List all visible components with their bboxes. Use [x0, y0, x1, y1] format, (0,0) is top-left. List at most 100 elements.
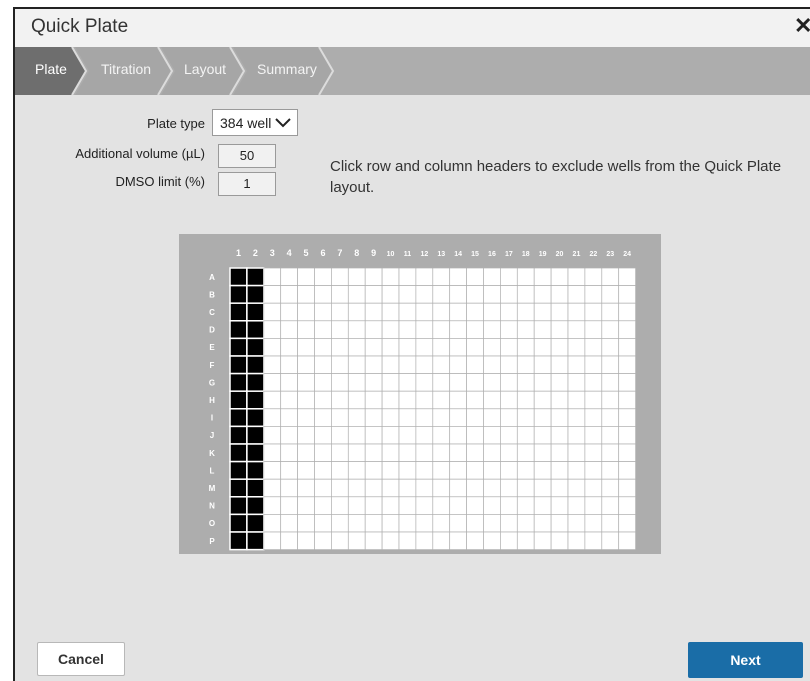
well — [347, 338, 366, 357]
column-header-7[interactable]: 7 — [337, 248, 342, 258]
column-header-22[interactable]: 22 — [589, 251, 597, 258]
row-header-M[interactable]: M — [209, 484, 216, 493]
well — [364, 443, 383, 462]
row-header-E[interactable]: E — [209, 343, 215, 352]
well — [550, 496, 569, 515]
column-header-21[interactable]: 21 — [573, 251, 581, 258]
column-header-10[interactable]: 10 — [387, 251, 395, 258]
row-header-J[interactable]: J — [210, 431, 214, 440]
well — [466, 338, 484, 357]
row-header-H[interactable]: H — [209, 396, 215, 405]
well — [381, 496, 400, 515]
tab-plate[interactable]: Plate — [35, 61, 67, 77]
column-header-3[interactable]: 3 — [270, 248, 275, 258]
row-header-K[interactable]: K — [209, 449, 215, 458]
row-header-L[interactable]: L — [210, 466, 215, 475]
well — [415, 267, 434, 286]
close-icon[interactable]: ✕ — [794, 15, 810, 37]
column-header-17[interactable]: 17 — [505, 251, 513, 258]
column-header-8[interactable]: 8 — [354, 248, 359, 258]
well — [347, 514, 366, 533]
well — [381, 426, 400, 445]
well — [533, 355, 552, 374]
column-header-23[interactable]: 23 — [606, 251, 614, 258]
row-header-P[interactable]: P — [209, 537, 215, 546]
row-header-O[interactable]: O — [209, 519, 215, 528]
well — [331, 320, 349, 339]
column-header-5[interactable]: 5 — [304, 248, 309, 258]
well — [398, 461, 417, 480]
well — [533, 443, 552, 462]
well — [347, 390, 366, 410]
well — [584, 338, 603, 357]
well — [364, 302, 383, 322]
well — [516, 390, 535, 410]
well — [533, 338, 552, 357]
well — [432, 496, 451, 515]
column-header-16[interactable]: 16 — [488, 251, 496, 258]
column-header-14[interactable]: 14 — [454, 251, 462, 258]
well — [415, 408, 434, 427]
additional-volume-field[interactable]: 50 — [218, 144, 276, 168]
row-header-I[interactable]: I — [211, 414, 213, 423]
column-header-6[interactable]: 6 — [320, 248, 325, 258]
column-header-2[interactable]: 2 — [253, 248, 258, 258]
column-header-20[interactable]: 20 — [556, 251, 564, 258]
well — [347, 496, 366, 515]
well — [601, 531, 620, 550]
well — [550, 320, 569, 339]
column-header-24[interactable]: 24 — [623, 251, 631, 258]
well — [466, 285, 484, 304]
well — [432, 408, 451, 427]
well — [516, 373, 535, 392]
well — [263, 514, 282, 533]
well — [533, 408, 552, 427]
well — [263, 531, 282, 550]
well — [550, 390, 569, 410]
column-header-13[interactable]: 13 — [437, 251, 445, 258]
row-header-C[interactable]: C — [209, 308, 215, 317]
dmso-limit-label: DMSO limit (%) — [115, 174, 205, 189]
row-header-G[interactable]: G — [209, 378, 215, 387]
tab-titration[interactable]: Titration — [101, 61, 151, 77]
well — [415, 338, 434, 357]
row-header-A[interactable]: A — [209, 273, 215, 282]
well — [618, 461, 636, 480]
well — [415, 355, 434, 374]
well — [516, 355, 535, 374]
well — [432, 267, 451, 286]
excluded-well — [229, 337, 248, 357]
row-header-B[interactable]: B — [209, 290, 215, 299]
well — [550, 514, 569, 533]
tab-layout[interactable]: Layout — [184, 61, 226, 77]
well — [516, 514, 535, 533]
next-button[interactable]: Next — [688, 642, 803, 678]
well — [618, 338, 636, 357]
dmso-limit-field[interactable]: 1 — [218, 172, 276, 196]
plate-map[interactable]: 1 2 3 4 5 6 7 8 9 10 11 12 13 14 15 16 17 18 19 20 21 22 23 24A… — [179, 234, 661, 554]
column-header-1[interactable]: 1 — [236, 248, 241, 258]
well — [415, 390, 434, 410]
well — [314, 408, 332, 427]
plate-type-select[interactable]: 384 well — [212, 109, 298, 136]
row-header-N[interactable]: N — [209, 502, 215, 511]
well — [398, 443, 417, 462]
tab-summary[interactable]: Summary — [257, 61, 317, 77]
column-header-15[interactable]: 15 — [471, 251, 479, 258]
well — [297, 408, 315, 427]
column-header-18[interactable]: 18 — [522, 251, 530, 258]
column-header-9[interactable]: 9 — [371, 248, 376, 258]
cancel-button[interactable]: Cancel — [37, 642, 125, 676]
row-header-D[interactable]: D — [209, 326, 215, 335]
column-header-12[interactable]: 12 — [420, 251, 428, 258]
well — [263, 408, 282, 427]
well — [449, 285, 467, 304]
well — [533, 496, 552, 515]
column-header-4[interactable]: 4 — [287, 248, 292, 258]
row-header-F[interactable]: F — [210, 361, 215, 370]
well — [398, 514, 417, 533]
well — [500, 531, 518, 550]
column-header-19[interactable]: 19 — [539, 251, 547, 258]
column-header-11[interactable]: 11 — [404, 251, 412, 258]
well — [483, 338, 501, 357]
